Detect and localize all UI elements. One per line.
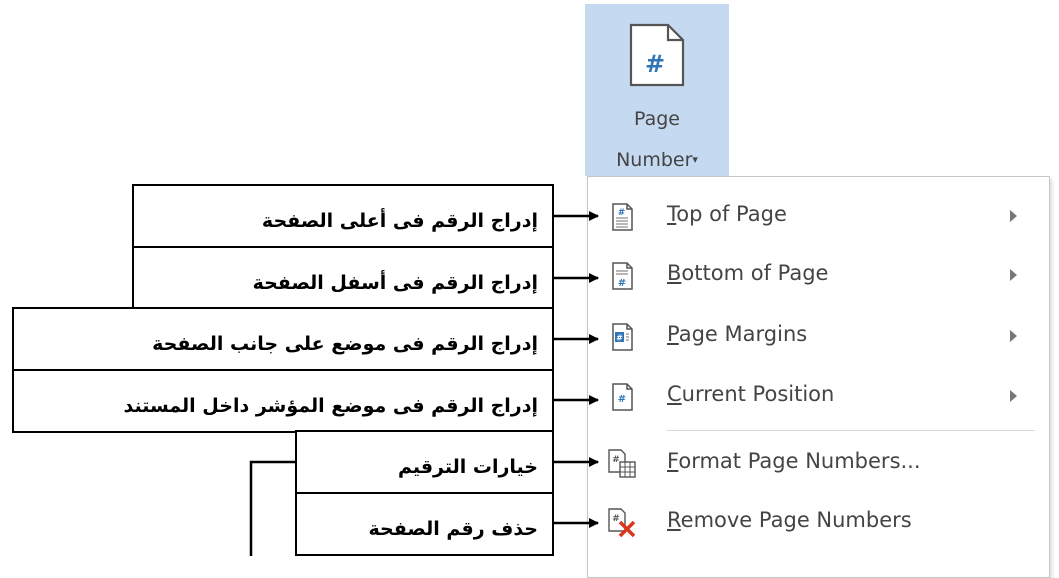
bracket-line [249, 460, 295, 556]
callout-connectors [249, 211, 599, 556]
